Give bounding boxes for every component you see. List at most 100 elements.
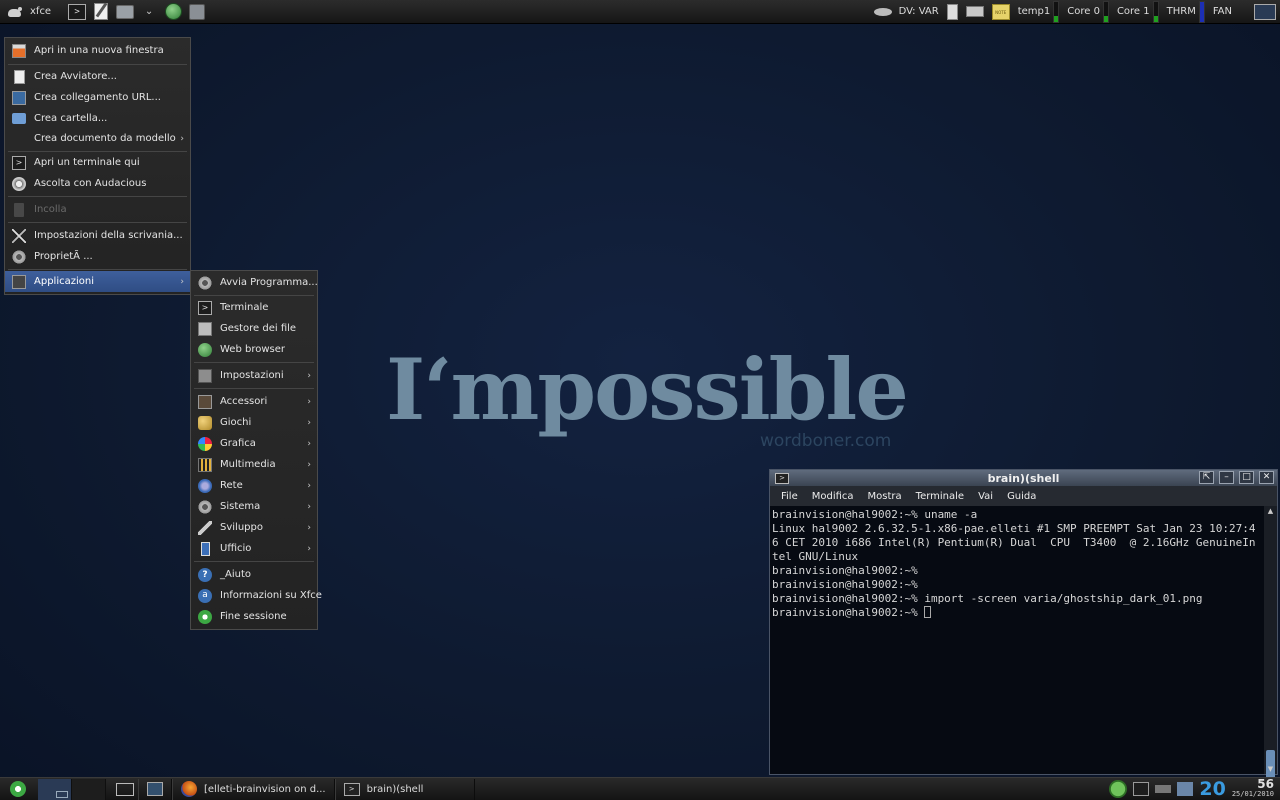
scroll-down-arrow-icon[interactable]: ▼: [1264, 764, 1277, 774]
shade-button[interactable]: ⇱: [1199, 471, 1214, 484]
menu-item-about-xfce[interactable]: a Informazioni su Xfce: [191, 585, 322, 606]
menu-item-open-terminal-here[interactable]: > Apri un terminale qui: [5, 152, 190, 173]
audacious-icon: [11, 176, 27, 192]
maximize-button[interactable]: □: [1239, 471, 1254, 484]
taskbar-item-firefox[interactable]: [elleti-brainvision on d...: [172, 778, 335, 800]
terminal-titlebar[interactable]: > brain)(shell ⇱ – □ ✕: [770, 470, 1277, 486]
menu-item-play-with-audacious[interactable]: Ascolta con Audacious: [5, 173, 190, 194]
office-icon: [197, 541, 213, 557]
menu-vai[interactable]: Vai: [971, 491, 1000, 502]
menu-item-settings[interactable]: Impostazioni ›: [191, 365, 317, 386]
menu-item-create-url-link[interactable]: Crea collegamento URL...: [5, 87, 190, 108]
menu-item-games[interactable]: Giochi ›: [191, 412, 317, 433]
media-player-icon[interactable]: [1109, 780, 1128, 798]
menu-item-run-program[interactable]: Avvia Programma...: [191, 272, 318, 293]
clipboard-applet[interactable]: [943, 0, 962, 24]
window-list-button[interactable]: [1250, 0, 1280, 24]
monitor-icon[interactable]: [1133, 782, 1150, 796]
terminal-scrollbar[interactable]: ▲ ▼: [1264, 506, 1277, 786]
menu-item-desktop-settings[interactable]: Impostazioni della scrivania...: [5, 225, 190, 246]
terminal-launcher[interactable]: >: [67, 2, 87, 22]
menu-item-system[interactable]: Sistema ›: [191, 496, 317, 517]
terminal-window[interactable]: > brain)(shell ⇱ – □ ✕ File Modifica Mos…: [769, 469, 1278, 786]
menu-item-office[interactable]: Ufficio ›: [191, 538, 317, 559]
sensor-thrm[interactable]: THRM: [1163, 0, 1209, 24]
xfce-menu-button[interactable]: xfce: [0, 0, 57, 24]
dvd-drive-indicator[interactable]: DV: VAR: [870, 0, 943, 24]
web-browser-launcher[interactable]: [163, 2, 183, 22]
clock-hour[interactable]: 20: [1199, 778, 1225, 800]
terminal-output[interactable]: brainvision@hal9002:~% uname -a Linux hal…: [770, 506, 1264, 774]
task-label: [elleti-brainvision on d...: [204, 783, 326, 795]
drive-launcher[interactable]: [187, 2, 207, 22]
menu-modifica[interactable]: Modifica: [805, 491, 861, 502]
accessories-icon: [197, 394, 213, 410]
terminal-line: brainvision@hal9002:~%: [772, 564, 918, 577]
logout-icon[interactable]: [10, 781, 26, 797]
terminal-line: brainvision@hal9002:~%: [772, 578, 918, 591]
chevron-right-icon: ›: [307, 417, 311, 428]
menu-item-multimedia[interactable]: Multimedia ›: [191, 454, 317, 475]
workspace-pager: [38, 778, 106, 800]
menu-item-create-from-template[interactable]: Crea documento da modello ›: [5, 128, 190, 149]
mail-applet[interactable]: [962, 0, 988, 24]
dvd-label: DV: VAR: [898, 6, 939, 17]
sensor-temp1[interactable]: temp1: [1014, 0, 1064, 24]
menu-item-create-folder[interactable]: Crea cartella...: [5, 108, 190, 129]
menu-item-network[interactable]: Rete ›: [191, 475, 317, 496]
document-icon: [11, 69, 27, 85]
menu-item-help[interactable]: ? _Aiuto: [191, 564, 317, 585]
menu-mostra[interactable]: Mostra: [861, 491, 909, 502]
taskbar-item-lxpanel[interactable]: [138, 778, 172, 800]
menu-guida[interactable]: Guida: [1000, 491, 1043, 502]
menu-item-terminal[interactable]: > Terminale: [191, 297, 317, 318]
menu-item-web-browser[interactable]: Web browser: [191, 339, 317, 360]
sensor-label: temp1: [1017, 6, 1051, 17]
text-editor-launcher[interactable]: [91, 2, 111, 22]
folder-icon: [11, 111, 27, 127]
drive-icon: [189, 3, 206, 20]
taskbar-item-terminal[interactable]: > brain)(shell: [334, 778, 475, 800]
help-icon: ?: [197, 567, 213, 583]
show-desktop-icon[interactable]: [116, 782, 134, 796]
battery-icon[interactable]: [1155, 785, 1172, 793]
development-icon: [197, 520, 213, 536]
printer-launcher[interactable]: [115, 2, 135, 22]
menu-item-logout[interactable]: Fine sessione: [191, 606, 317, 627]
menu-terminale[interactable]: Terminale: [909, 491, 971, 502]
launcher-dropdown[interactable]: ⌄: [139, 2, 159, 22]
menu-item-properties[interactable]: ProprietÃ ...: [5, 246, 190, 267]
clipboard-icon: [946, 3, 958, 20]
menu-item-file-manager[interactable]: Gestore dei file: [191, 318, 317, 339]
menu-file[interactable]: File: [774, 491, 805, 502]
sensor-core0[interactable]: Core 0: [1063, 0, 1113, 24]
menu-item-create-launcher[interactable]: Crea Avviatore...: [5, 66, 190, 87]
terminal-icon: >: [11, 155, 27, 171]
sensor-core1[interactable]: Core 1: [1113, 0, 1163, 24]
removable-drive-icon[interactable]: [1177, 782, 1194, 796]
sensor-fan[interactable]: FAN: [1209, 0, 1236, 24]
menu-item-graphics[interactable]: Grafica ›: [191, 433, 317, 454]
chevron-right-icon: ›: [307, 396, 311, 407]
terminal-prompt-line: brainvision@hal9002:~%: [772, 606, 1262, 620]
terminal-icon: >: [343, 782, 360, 796]
workspace-2[interactable]: [72, 778, 106, 800]
terminal-icon: >: [197, 300, 213, 316]
close-button[interactable]: ✕: [1259, 471, 1274, 484]
menu-item-accessories[interactable]: Accessori ›: [191, 391, 317, 412]
menu-item-development[interactable]: Sviluppo ›: [191, 517, 317, 538]
menu-item-applications[interactable]: Applicazioni ›: [5, 271, 190, 292]
minimize-button[interactable]: –: [1219, 471, 1234, 484]
sensor-bar: [1198, 0, 1205, 23]
window-list-icon: [1254, 3, 1276, 20]
chevron-right-icon: ›: [180, 276, 184, 287]
notes-applet[interactable]: NOTE: [988, 0, 1014, 24]
scroll-up-arrow-icon[interactable]: ▲: [1264, 506, 1277, 516]
terminal-icon: >: [68, 3, 87, 20]
workspace-1[interactable]: [38, 778, 72, 800]
window-icon: [147, 782, 163, 796]
clock[interactable]: 56 25/01/2010: [1232, 778, 1274, 799]
menu-item-open-new-window[interactable]: Apri in una nuova finestra: [5, 40, 190, 61]
chevron-right-icon: ›: [307, 438, 311, 449]
sensor-bar: [1152, 0, 1159, 23]
